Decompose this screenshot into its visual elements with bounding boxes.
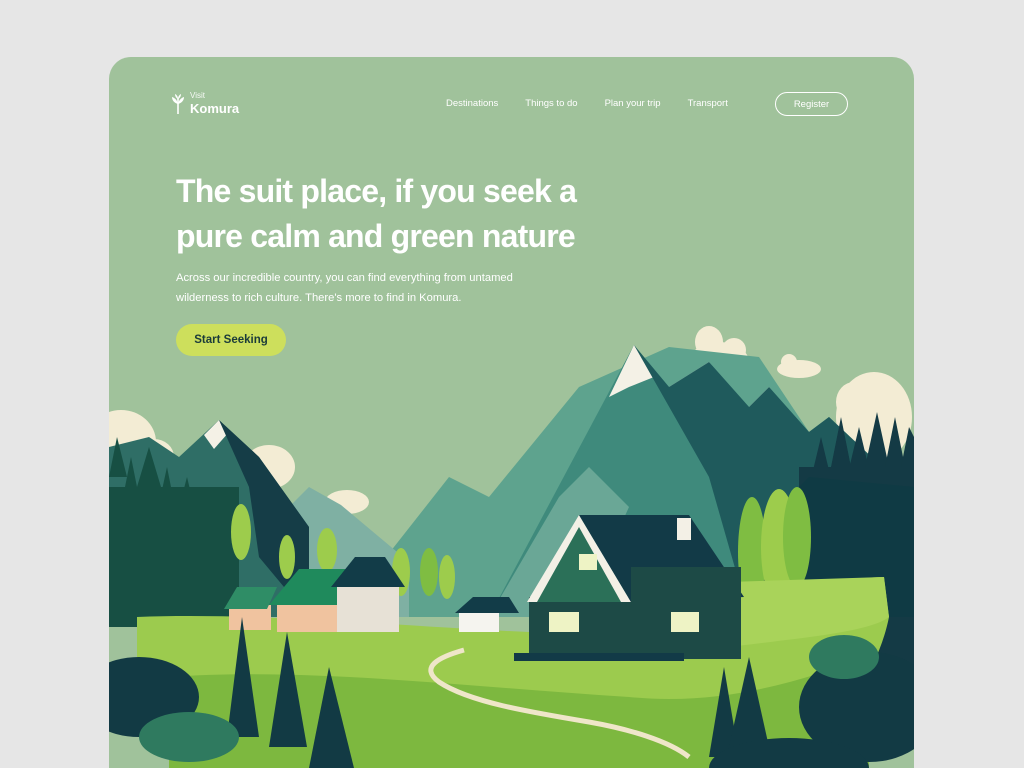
- plant-sprout-icon: [172, 93, 184, 114]
- brand-logo[interactable]: Visit Komura: [171, 92, 239, 115]
- nav-link-destinations[interactable]: Destinations: [446, 98, 498, 109]
- start-seeking-button[interactable]: Start Seeking: [176, 324, 286, 356]
- hero-description-line-1: Across our incredible country, you can f…: [176, 272, 513, 284]
- brand-name: Komura: [190, 101, 240, 116]
- hero-headline: The suit place, if you seek a pure calm …: [176, 169, 636, 259]
- nav-link-transport[interactable]: Transport: [688, 98, 728, 109]
- brand-small-label: Visit: [190, 91, 205, 100]
- brand-text: Visit Komura: [190, 91, 240, 116]
- nav-link-plan-your-trip[interactable]: Plan your trip: [605, 98, 661, 109]
- nav-link-things-to-do[interactable]: Things to do: [525, 98, 577, 109]
- hero-description: Across our incredible country, you can f…: [176, 268, 596, 308]
- main-nav: Destinations Things to do Plan your trip…: [446, 98, 728, 109]
- landscape-illustration: [109, 326, 914, 768]
- hero-card: Visit Komura Destinations Things to do P…: [109, 57, 914, 768]
- hero-headline-line-1: The suit place, if you seek a: [176, 173, 577, 209]
- register-button[interactable]: Register: [775, 92, 848, 116]
- hero-description-line-2: wilderness to rich culture. There's more…: [176, 292, 462, 304]
- hero-headline-line-2: pure calm and green nature: [176, 218, 576, 254]
